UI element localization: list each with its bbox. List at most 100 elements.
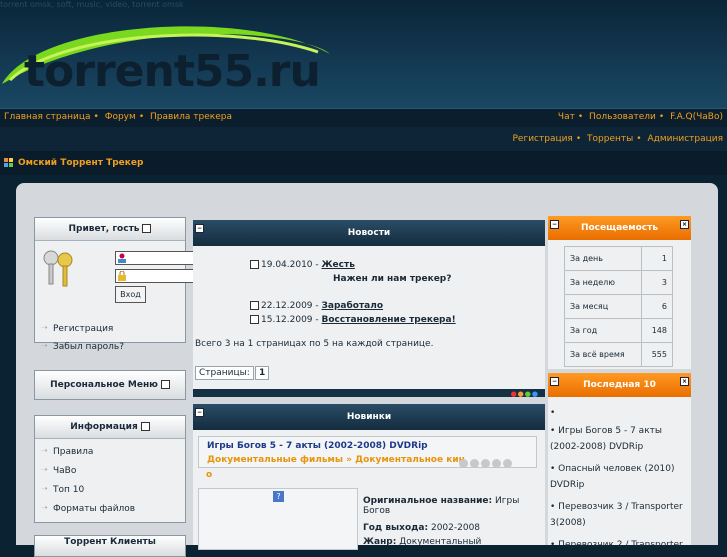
last10-box: − Последная 10 × • • Игры Богов 5 - 7 ак… bbox=[548, 373, 691, 550]
orig-title-row: Оригинальное название: Игры Богов bbox=[363, 496, 545, 516]
minimize-icon[interactable]: − bbox=[550, 220, 559, 229]
year-value: 2002-2008 bbox=[430, 523, 481, 533]
close-icon[interactable]: × bbox=[680, 220, 689, 229]
personal-menu-box: Персональное Меню bbox=[34, 370, 186, 400]
year-label: Год выхода: bbox=[363, 523, 429, 533]
table-row: За месяц 6 bbox=[564, 294, 673, 319]
visit-value: 555 bbox=[641, 342, 673, 367]
visit-label: За год bbox=[564, 318, 642, 343]
table-row: За день 1 bbox=[564, 246, 673, 271]
table-row: За всё время 555 bbox=[564, 342, 673, 367]
nav-chat[interactable]: Чат bbox=[558, 112, 575, 122]
list-item[interactable]: • Перевозчик 2 / Transporter bbox=[550, 537, 690, 553]
news-header: − Новости bbox=[193, 220, 545, 246]
register-link[interactable]: Регистрация bbox=[53, 324, 113, 334]
info-box-title: Информация bbox=[70, 422, 138, 432]
new-releases-header: − Новинки bbox=[193, 404, 545, 430]
site-header: torrent omsk, soft, music, video, torren… bbox=[0, 0, 727, 108]
subcategory-link-wrap[interactable]: о bbox=[206, 470, 212, 480]
personal-menu-header[interactable]: Персональное Меню bbox=[35, 371, 185, 399]
minimize-icon[interactable]: − bbox=[550, 377, 559, 386]
collapse-icon[interactable] bbox=[250, 260, 259, 269]
login-box: Привет, гость Вход ➝ Регистрация ➝ Забыл… bbox=[34, 217, 215, 352]
news-box: − Новости 19.04.2010 - Жесть Нажен ли на… bbox=[193, 220, 545, 398]
arrow-icon: ➝ bbox=[41, 484, 48, 493]
news-link[interactable]: Жесть bbox=[322, 260, 355, 270]
nav-admin[interactable]: Администрация bbox=[647, 134, 723, 144]
visit-value: 6 bbox=[641, 294, 673, 319]
list-item: • bbox=[550, 408, 556, 418]
visits-header: − Посещаемость × bbox=[548, 216, 691, 240]
clients-box: Торрент Клиенты bbox=[34, 535, 186, 557]
main-area: Привет, гость Вход ➝ Регистрация ➝ Забыл… bbox=[16, 183, 718, 557]
visit-label: За месяц bbox=[564, 294, 642, 319]
clients-box-header[interactable]: Торрент Клиенты bbox=[35, 536, 185, 556]
list-item[interactable]: • Игры Богов 5 - 7 акты (2002-2008) DVDR… bbox=[550, 423, 690, 455]
keys-icon bbox=[43, 250, 73, 287]
news-title: Новости bbox=[347, 228, 391, 238]
genre-row: Жанр: Документальный bbox=[363, 537, 481, 547]
orig-title-label: Оригинальное название: bbox=[363, 496, 493, 506]
release-category: Документальные фильмы » Документальное к… bbox=[207, 455, 465, 465]
info-link-formats[interactable]: Форматы файлов bbox=[53, 504, 135, 514]
news-summary: Всего 3 на 1 страницах по 5 на каждой ст… bbox=[195, 339, 434, 349]
login-box-title: Привет, гость bbox=[68, 224, 140, 234]
nav-home[interactable]: Главная страница bbox=[4, 112, 91, 122]
close-icon[interactable]: × bbox=[680, 377, 689, 386]
nav-users[interactable]: Пользователи bbox=[589, 112, 656, 122]
list-item[interactable]: • Опасный человек (2010) DVDRip bbox=[550, 461, 690, 493]
nav-forum[interactable]: Форум bbox=[105, 112, 136, 122]
site-title-bar: Омский Торрент Трекер bbox=[0, 151, 727, 175]
genre-value: Документальный bbox=[399, 537, 482, 547]
news-date: 15.12.2009 bbox=[261, 315, 313, 325]
secondary-nav: Регистрация • Торренты • Администрация bbox=[0, 127, 727, 151]
visits-table: За день 1 За неделю 3 За месяц 6 За год 148 … bbox=[564, 246, 673, 367]
new-releases-title: Новинки bbox=[346, 412, 392, 422]
list-item[interactable]: • Перевозчик 3 / Transporter 3(2008) bbox=[550, 499, 690, 531]
rating-stars[interactable] bbox=[459, 459, 514, 471]
nav-faq[interactable]: F.A.Q(ЧаВо) bbox=[670, 112, 723, 122]
page-1-button[interactable]: 1 bbox=[255, 366, 270, 380]
info-link-rules[interactable]: Правила bbox=[53, 447, 93, 457]
category-link[interactable]: Документальные фильмы bbox=[207, 455, 343, 465]
collapse-icon[interactable] bbox=[142, 224, 152, 233]
info-link-top10[interactable]: Топ 10 bbox=[53, 485, 84, 495]
top-keywords: torrent omsk, soft, music, video, torren… bbox=[0, 0, 184, 9]
forgot-password-link[interactable]: Забыл пароль? bbox=[53, 342, 124, 352]
nav-torrents[interactable]: Торренты bbox=[587, 134, 633, 144]
collapse-icon[interactable] bbox=[140, 422, 150, 431]
expand-icon[interactable] bbox=[250, 301, 259, 310]
minimize-icon[interactable]: − bbox=[195, 408, 204, 417]
info-link-faq[interactable]: ЧаВо bbox=[53, 466, 76, 476]
user-icon bbox=[118, 253, 126, 263]
grid-icon bbox=[4, 158, 13, 167]
news-body: Нажен ли нам трекер? bbox=[333, 274, 452, 284]
poster-frame: ? bbox=[198, 488, 358, 550]
info-box-header: Информация bbox=[35, 416, 185, 439]
login-button[interactable]: Вход bbox=[115, 286, 146, 303]
expand-icon[interactable] bbox=[250, 315, 259, 324]
arrow-icon: ➝ bbox=[41, 341, 48, 350]
news-item: 19.04.2010 - Жесть bbox=[250, 260, 355, 270]
year-row: Год выхода: 2002-2008 bbox=[363, 523, 480, 533]
release-title[interactable]: Игры Богов 5 - 7 акты (2002-2008) DVDRip bbox=[207, 441, 428, 451]
last10-list: • • Игры Богов 5 - 7 акты (2002-2008) DV… bbox=[550, 405, 690, 553]
missing-image-icon: ? bbox=[273, 491, 284, 502]
pages-label: Страницы: bbox=[195, 366, 254, 380]
visit-label: За всё время bbox=[564, 342, 642, 367]
news-item: 22.12.2009 - Заработало bbox=[250, 301, 383, 311]
minimize-icon[interactable]: − bbox=[195, 224, 204, 233]
nav-register[interactable]: Регистрация bbox=[513, 134, 573, 144]
subcategory-link[interactable]: Документальное кин bbox=[355, 455, 465, 465]
visit-value: 148 bbox=[641, 318, 673, 343]
logo-text[interactable]: torrent55.ru bbox=[24, 46, 321, 97]
news-date: 22.12.2009 bbox=[261, 301, 313, 311]
personal-menu-title: Персональное Меню bbox=[50, 380, 158, 390]
lock-icon bbox=[118, 271, 126, 281]
nav-rules[interactable]: Правила трекера bbox=[150, 112, 232, 122]
news-link[interactable]: Заработало bbox=[322, 301, 384, 311]
collapse-icon[interactable] bbox=[160, 380, 170, 389]
info-box: Информация ➝ Правила ➝ ЧаВо ➝ Топ 10 ➝ Ф… bbox=[34, 415, 186, 523]
news-link[interactable]: Восстановление трекера! bbox=[322, 315, 456, 325]
visit-value: 3 bbox=[641, 270, 673, 295]
